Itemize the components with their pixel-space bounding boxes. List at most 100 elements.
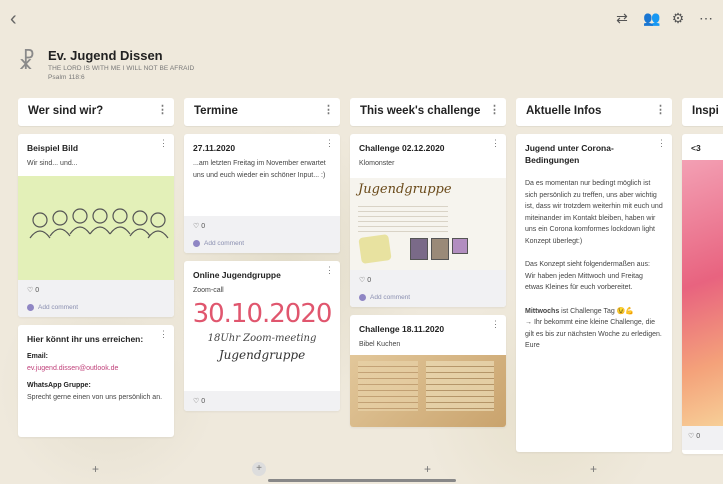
settings-icon[interactable]: ⚙ — [671, 10, 685, 27]
post-menu-icon[interactable]: ⋮ — [159, 329, 168, 340]
add-comment-label: Add comment — [38, 304, 79, 311]
post-menu-icon[interactable]: ⋮ — [491, 138, 500, 149]
add-comment-label: Add comment — [370, 294, 411, 301]
image-line-text: 18Uhr Zoom-meeting — [207, 333, 317, 344]
post-title: Challenge 18.11.2020 — [359, 324, 445, 334]
post-text: Sprecht gerne einen von uns persönlich a… — [27, 393, 163, 401]
column-termine: Termine ⋮ ⋮ 27.11.2020 ...am letzten Fre… — [184, 98, 340, 411]
column-menu-icon[interactable]: ⋮ — [489, 103, 500, 116]
column-header[interactable]: This week's challenge ⋮ — [350, 98, 506, 126]
column-title: Termine — [194, 105, 238, 117]
post-paragraph: Das Konzept sieht folgendermaßen aus: — [525, 261, 650, 268]
email-link[interactable]: ev.jugend.dissen@outlook.de — [27, 363, 165, 375]
add-comment-button[interactable]: Add comment — [359, 294, 497, 301]
post-card[interactable]: ⋮ Challenge 02.12.2020 Klomonster Jugend… — [350, 134, 506, 307]
board-title: Ev. Jugend Dissen — [48, 48, 163, 63]
whatsapp-label: WhatsApp Gruppe: — [27, 382, 91, 389]
like-count: 0 — [201, 398, 206, 405]
column-header[interactable]: Termine ⋮ — [184, 98, 340, 126]
more-icon[interactable]: ⋯ — [699, 10, 713, 27]
people-drawing — [29, 208, 169, 239]
post-text: Wir sind... und... — [27, 160, 78, 167]
post-text: ...am letzten Freitag im November erwart… — [193, 160, 326, 179]
post-paragraph: Da es momentan nur bedingt möglich ist s… — [525, 180, 663, 245]
top-bar: ‹ ⇄ 👥 ⚙ ⋯ — [0, 0, 723, 40]
like-count: 0 — [35, 287, 40, 294]
board-subtitle-ref: Psalm 118:6 — [48, 74, 85, 81]
column-inspi: Inspi <3 ♡ 0 — [682, 98, 723, 454]
post-image: Jugendgruppe — [350, 178, 506, 270]
image-handwriting — [358, 202, 448, 232]
post-card[interactable]: ⋮ Jugend unter Corona-Bedingungen Da es … — [516, 134, 672, 452]
post-title: Jugend unter Corona-Bedingungen — [525, 143, 614, 165]
column-aktuelle-infos: Aktuelle Infos ⋮ ⋮ Jugend unter Corona-B… — [516, 98, 672, 452]
column-header[interactable]: Inspi — [682, 98, 723, 126]
post-menu-icon[interactable]: ⋮ — [159, 138, 168, 149]
post-title: <3 — [691, 143, 701, 153]
board-header: ☧ Ev. Jugend Dissen THE LORD IS WITH ME … — [18, 48, 194, 88]
like-count: 0 — [201, 223, 206, 230]
horizontal-scrollbar[interactable] — [268, 479, 456, 482]
post-card[interactable]: <3 ♡ 0 — [682, 134, 723, 454]
post-card[interactable]: ⋮ Online Jugendgruppe Zoom-call 30.10.20… — [184, 261, 340, 411]
column-menu-icon[interactable]: ⋮ — [655, 103, 666, 116]
column-title: Inspi — [692, 105, 719, 117]
column-title: Aktuelle Infos — [526, 105, 602, 117]
add-comment-button[interactable]: Add comment — [193, 240, 331, 247]
post-title: Online Jugendgruppe — [193, 270, 281, 280]
column-header[interactable]: Wer sind wir? ⋮ — [18, 98, 174, 126]
image-group-text: Jugendgruppe — [218, 348, 306, 362]
post-footer: ♡ 0 Add comment — [184, 216, 340, 253]
post-title: Hier könnt ihr uns erreichen: — [27, 334, 144, 344]
like-count: 0 — [367, 277, 372, 284]
add-comment-label: Add comment — [204, 240, 245, 247]
email-label: Email: — [27, 353, 49, 360]
post-footer: ♡ 0 Add comment — [18, 280, 174, 317]
post-card[interactable]: ⋮ 27.11.2020 ...am letzten Freitag im No… — [184, 134, 340, 253]
post-menu-icon[interactable]: ⋮ — [657, 138, 666, 149]
image-doodle — [358, 234, 392, 264]
back-chevron-icon[interactable]: ‹ — [10, 8, 17, 31]
post-card[interactable]: ⋮ Challenge 18.11.2020 Bibel Kuchen — [350, 315, 506, 427]
post-menu-icon[interactable]: ⋮ — [325, 138, 334, 149]
board-logo-icon: ☧ — [18, 49, 36, 74]
like-button[interactable]: ♡ 0 — [193, 222, 331, 234]
post-title: 27.11.2020 — [193, 143, 236, 153]
avatar-icon — [193, 240, 200, 247]
post-footer: ♡ 0 — [184, 391, 340, 411]
share-icon[interactable]: ⇄ — [615, 10, 629, 27]
like-button[interactable]: ♡ 0 — [193, 397, 331, 409]
post-footer: ♡ 0 — [682, 426, 723, 450]
column-title: Wer sind wir? — [28, 105, 104, 117]
like-button[interactable]: ♡ 0 — [359, 276, 497, 288]
post-card[interactable]: ⋮ Beispiel Bild Wir sind... und... ♡ 0 A… — [18, 134, 174, 317]
post-paragraph: Wir haben jeden Mittwoch und Freitag etw… — [525, 272, 643, 292]
column-wer-sind-wir: Wer sind wir? ⋮ ⋮ Beispiel Bild Wir sind… — [18, 98, 174, 437]
post-title: Beispiel Bild — [27, 143, 79, 153]
post-text: Bibel Kuchen — [359, 341, 401, 348]
like-count: 0 — [696, 433, 701, 440]
post-text: Klomonster — [359, 160, 395, 167]
image-title-text: Jugendgruppe — [358, 182, 452, 197]
post-menu-icon[interactable]: ⋮ — [491, 319, 500, 330]
column-header[interactable]: Aktuelle Infos ⋮ — [516, 98, 672, 126]
post-inline: ist Challenge Tag 😉💪 — [559, 307, 635, 315]
column-menu-icon[interactable]: ⋮ — [323, 103, 334, 116]
add-post-button[interactable]: + — [252, 462, 266, 476]
add-post-button[interactable]: + — [590, 462, 597, 476]
image-photos — [410, 238, 468, 260]
like-button[interactable]: ♡ 0 — [27, 286, 165, 298]
post-card[interactable]: ⋮ Hier könnt ihr uns erreichen: Email: e… — [18, 325, 174, 437]
add-comment-button[interactable]: Add comment — [27, 304, 165, 311]
post-image — [682, 160, 723, 426]
like-button[interactable]: ♡ 0 — [688, 432, 723, 444]
column-this-weeks-challenge: This week's challenge ⋮ ⋮ Challenge 02.1… — [350, 98, 506, 427]
column-menu-icon[interactable]: ⋮ — [157, 103, 168, 116]
post-menu-icon[interactable]: ⋮ — [325, 265, 334, 276]
post-title: Challenge 02.12.2020 — [359, 143, 445, 153]
avatar-icon — [27, 304, 34, 311]
board-subtitle: THE LORD IS WITH ME I WILL NOT BE AFRAID — [48, 65, 195, 72]
add-post-button[interactable]: + — [92, 462, 99, 476]
people-icon[interactable]: 👥 — [643, 10, 660, 27]
add-post-button[interactable]: + — [424, 462, 431, 476]
